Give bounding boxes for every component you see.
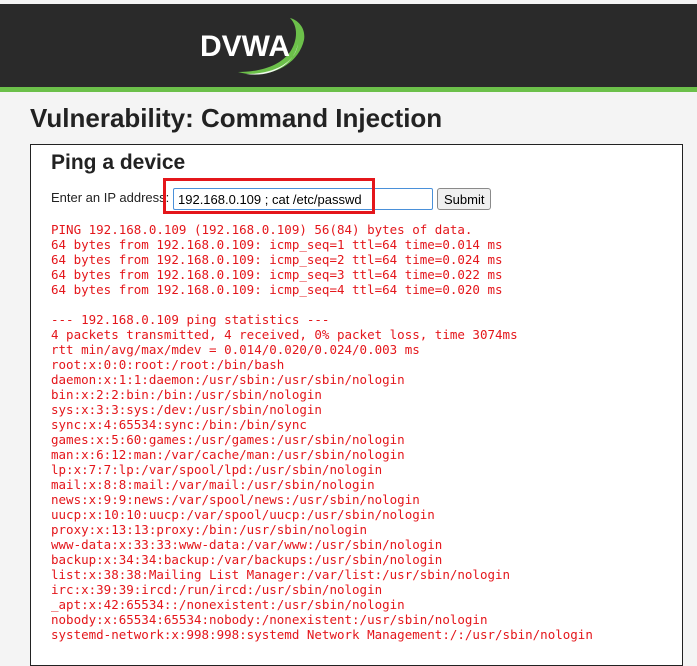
header-accent-bar xyxy=(0,87,697,92)
ip-address-input[interactable] xyxy=(173,188,433,210)
output-line: bin:x:2:2:bin:/bin:/usr/sbin/nologin xyxy=(51,387,322,402)
vulnerable-code-area: Ping a device Enter an IP address: Submi… xyxy=(30,144,683,666)
ip-address-label: Enter an IP address: xyxy=(51,190,170,205)
output-line: daemon:x:1:1:daemon:/usr/sbin:/usr/sbin/… xyxy=(51,372,405,387)
header-bar: DVWA xyxy=(0,4,697,87)
svg-text:DVWA: DVWA xyxy=(200,30,290,63)
output-line: irc:x:39:39:ircd:/run/ircd:/usr/sbin/nol… xyxy=(51,582,383,597)
output-line: 4 packets transmitted, 4 received, 0% pa… xyxy=(51,327,518,342)
output-line: sync:x:4:65534:sync:/bin:/bin/sync xyxy=(51,417,307,432)
output-line: uucp:x:10:10:uucp:/var/spool/uucp:/usr/s… xyxy=(51,507,435,522)
output-line: nobody:x:65534:65534:nobody:/nonexistent… xyxy=(51,612,488,627)
dvwa-logo: DVWA xyxy=(200,18,305,75)
output-line: lp:x:7:7:lp:/var/spool/lpd:/usr/sbin/nol… xyxy=(51,462,383,477)
output-line: list:x:38:38:Mailing List Manager:/var/l… xyxy=(51,567,511,582)
output-line: news:x:9:9:news:/var/spool/news:/usr/sbi… xyxy=(51,492,420,507)
output-line: backup:x:34:34:backup:/var/backups:/usr/… xyxy=(51,552,443,567)
output-line: PING 192.168.0.109 (192.168.0.109) 56(84… xyxy=(51,222,473,237)
output-line: proxy:x:13:13:proxy:/bin:/usr/sbin/nolog… xyxy=(51,522,368,537)
output-line: 64 bytes from 192.168.0.109: icmp_seq=3 … xyxy=(51,267,503,282)
output-line: systemd-network:x:998:998:systemd Networ… xyxy=(51,627,593,642)
output-line: mail:x:8:8:mail:/var/mail:/usr/sbin/nolo… xyxy=(51,477,375,492)
section-heading: Ping a device xyxy=(51,151,186,174)
output-line: 64 bytes from 192.168.0.109: icmp_seq=4 … xyxy=(51,282,503,297)
output-line: --- 192.168.0.109 ping statistics --- xyxy=(51,312,330,327)
submit-button[interactable]: Submit xyxy=(437,188,492,210)
output-line: man:x:6:12:man:/var/cache/man:/usr/sbin/… xyxy=(51,447,405,462)
output-line: 64 bytes from 192.168.0.109: icmp_seq=1 … xyxy=(51,237,503,252)
output-line: _apt:x:42:65534::/nonexistent:/usr/sbin/… xyxy=(51,597,405,612)
page-title: Vulnerability: Command Injection xyxy=(30,103,443,133)
output-line: 64 bytes from 192.168.0.109: icmp_seq=2 … xyxy=(51,252,503,267)
output-line: sys:x:3:3:sys:/dev:/usr/sbin/nologin xyxy=(51,402,322,417)
output-line: rtt min/avg/max/mdev = 0.014/0.020/0.024… xyxy=(51,342,420,357)
command-output: PING 192.168.0.109 (192.168.0.109) 56(84… xyxy=(51,222,593,642)
output-line: games:x:5:60:games:/usr/games:/usr/sbin/… xyxy=(51,432,405,447)
output-line: www-data:x:33:33:www-data:/var/www:/usr/… xyxy=(51,537,443,552)
output-line: root:x:0:0:root:/root:/bin/bash xyxy=(51,357,285,372)
